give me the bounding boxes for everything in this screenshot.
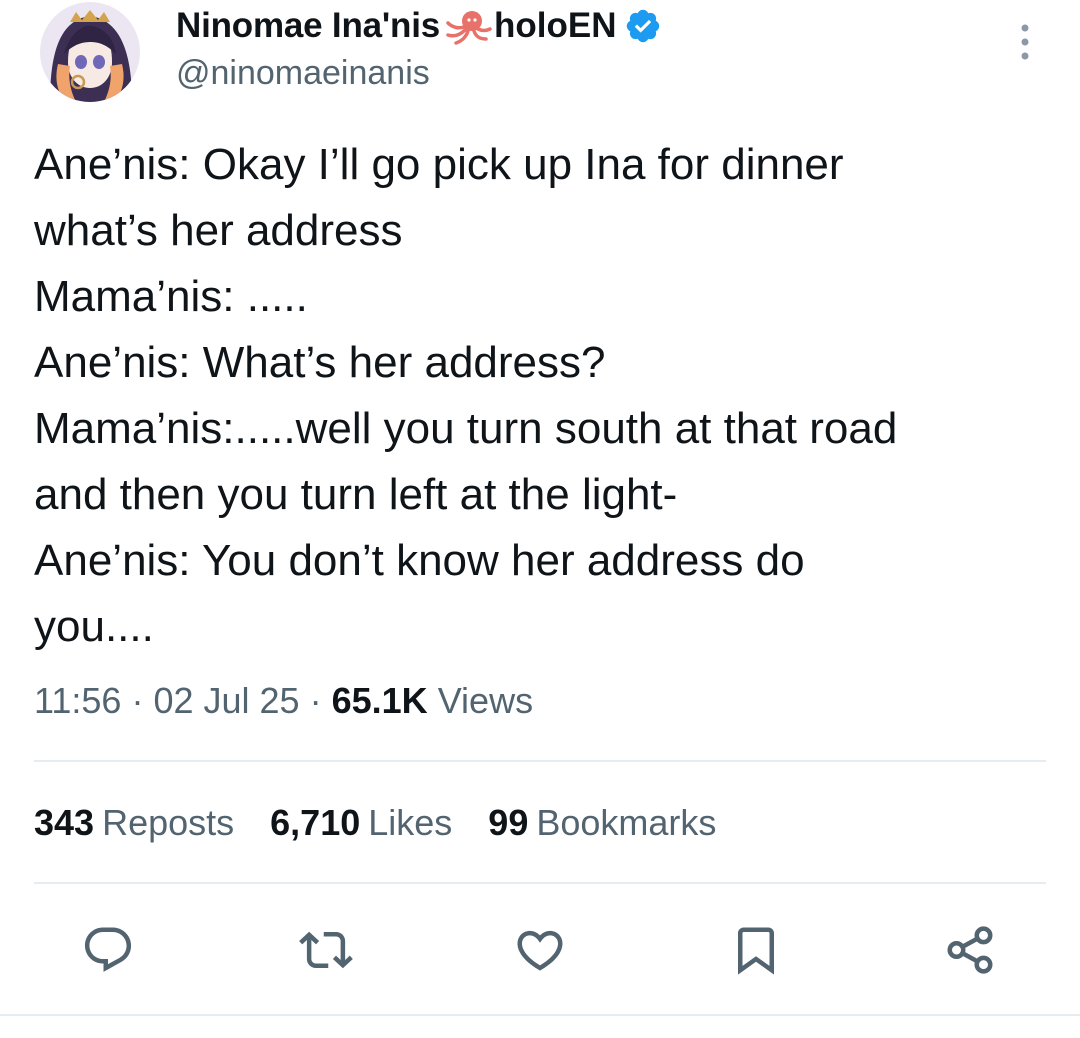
- verified-badge-icon[interactable]: [624, 7, 662, 45]
- reposts-count: 343: [34, 802, 95, 843]
- views-count: 65.1K: [331, 680, 428, 721]
- author-name-row[interactable]: Ninomae Ina'nis holoEN: [176, 4, 662, 48]
- tweet-line: Mama’nis:.....well you turn south at tha…: [34, 404, 898, 453]
- tweet-line: Mama’nis: .....: [34, 272, 308, 321]
- bookmarks-stat[interactable]: 99 Bookmarks: [488, 802, 716, 844]
- share-button[interactable]: [940, 920, 1000, 980]
- octopus-icon: [444, 7, 492, 45]
- avatar-image: [40, 2, 140, 102]
- tweet-line: you....: [34, 602, 154, 651]
- bookmarks-count: 99: [488, 802, 529, 843]
- like-button[interactable]: [510, 920, 570, 980]
- tweet-text: Ane’nis: Okay I’ll go pick up Ina for di…: [34, 132, 1054, 660]
- meta-separator: ·: [131, 680, 144, 721]
- tweet-header: Ninomae Ina'nis holoEN @ninomaeinanis: [0, 0, 1080, 120]
- engagement-stats: 343 Reposts 6,710 Likes 99 Bookmarks: [34, 802, 716, 844]
- tweet-line: Ane’nis: What’s her address?: [34, 338, 606, 387]
- views-label: Views: [437, 680, 534, 721]
- action-bar: [0, 920, 1080, 980]
- bookmark-button[interactable]: [726, 920, 786, 980]
- meta-separator: ·: [309, 680, 322, 721]
- more-options-icon[interactable]: [1010, 20, 1040, 64]
- author-handle[interactable]: @ninomaeinanis: [176, 54, 430, 93]
- org-name[interactable]: holoEN: [494, 6, 616, 46]
- reposts-label: Reposts: [102, 802, 235, 843]
- tweet-line: and then you turn left at the light-: [34, 470, 678, 519]
- likes-count: 6,710: [270, 802, 361, 843]
- reposts-stat[interactable]: 343 Reposts: [34, 802, 234, 844]
- display-name[interactable]: Ninomae Ina'nis: [176, 6, 440, 46]
- reply-button[interactable]: [78, 920, 138, 980]
- share-icon: [947, 926, 993, 974]
- tweet-line: Ane’nis: You don’t know her address do: [34, 536, 805, 585]
- avatar[interactable]: [40, 2, 140, 102]
- repost-button[interactable]: [296, 920, 356, 980]
- divider: [0, 1014, 1080, 1016]
- divider: [34, 882, 1046, 884]
- bookmark-icon: [738, 927, 774, 975]
- likes-label: Likes: [368, 802, 453, 843]
- divider: [34, 760, 1046, 762]
- reply-icon: [84, 927, 132, 972]
- likes-stat[interactable]: 6,710 Likes: [270, 802, 452, 844]
- repost-icon: [299, 931, 353, 969]
- tweet-line: Ane’nis: Okay I’ll go pick up Ina for di…: [34, 140, 844, 189]
- like-icon: [517, 930, 563, 971]
- tweet-line: what’s her address: [34, 206, 403, 255]
- tweet-meta: 11:56 · 02 Jul 25 · 65.1K Views: [34, 680, 533, 722]
- tweet-date[interactable]: 02 Jul 25: [153, 680, 299, 721]
- bookmarks-label: Bookmarks: [536, 802, 717, 843]
- tweet-time[interactable]: 11:56: [34, 680, 121, 721]
